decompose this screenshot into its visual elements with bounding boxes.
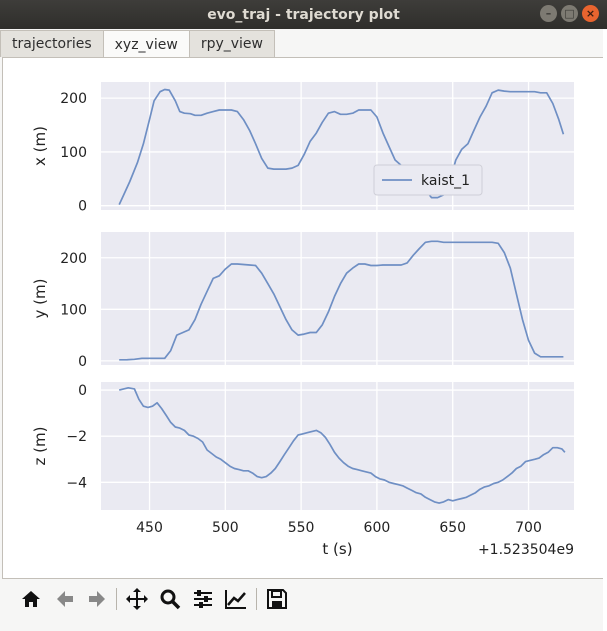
- axes-background: [101, 382, 574, 510]
- zoom-icon[interactable]: [155, 584, 185, 614]
- figure-svg: 0 100 200 x (m) kaist_1 0 100 200 y (m) 0 −2 −4 z (m…: [31, 82, 574, 558]
- y-tick-label: 100: [60, 302, 87, 318]
- y-tick-label: 0: [78, 383, 87, 399]
- tab-trajectories[interactable]: trajectories: [0, 30, 104, 57]
- close-icon[interactable]: ×: [582, 5, 599, 22]
- plot-panel: 0 100 200 x (m) kaist_1 0 100 200 y (m) 0 −2 −4 z (m…: [2, 57, 604, 579]
- y-tick-label: 200: [60, 91, 87, 107]
- toolbar-separator: [116, 588, 117, 610]
- edit-axis-icon[interactable]: [221, 584, 251, 614]
- y-tick-label: −4: [66, 475, 87, 491]
- x-tick-label: 600: [364, 520, 391, 536]
- tab-bar: trajectories xyz_view rpy_view: [0, 30, 275, 58]
- y-tick-label: 200: [60, 251, 87, 267]
- configure-subplots-icon[interactable]: [188, 584, 218, 614]
- tab-rpy-view[interactable]: rpy_view: [188, 30, 275, 57]
- x-tick-label: 500: [212, 520, 239, 536]
- tab-xyz-view[interactable]: xyz_view: [102, 30, 190, 58]
- x-tick-label: 650: [439, 520, 466, 536]
- window-controls: – □ ×: [540, 5, 599, 22]
- y-tick-label: −2: [66, 429, 87, 445]
- x-tick-label: 450: [136, 520, 163, 536]
- pan-icon[interactable]: [122, 584, 152, 614]
- y-tick-label: 100: [60, 145, 87, 161]
- x-tick-label: 700: [515, 520, 542, 536]
- x-axis-label: t (s): [322, 540, 352, 558]
- y-tick-label: 0: [78, 199, 87, 215]
- y-axis-label: x (m): [31, 126, 49, 166]
- x-tick-label: 550: [288, 520, 315, 536]
- minimize-icon[interactable]: –: [540, 5, 557, 22]
- y-axis-label: z (m): [31, 427, 49, 466]
- figure-canvas[interactable]: 0 100 200 x (m) kaist_1 0 100 200 y (m) 0 −2 −4 z (m…: [15, 68, 590, 576]
- window-titlebar: evo_traj - trajectory plot – □ ×: [0, 0, 607, 29]
- y-tick-label: 0: [78, 354, 87, 370]
- toolbar-separator: [256, 588, 257, 610]
- maximize-icon[interactable]: □: [561, 5, 578, 22]
- legend-label: kaist_1: [421, 173, 470, 189]
- window-edge: [603, 29, 607, 631]
- forward-arrow-icon[interactable]: [82, 584, 112, 614]
- x-offset-label: +1.523504e9: [478, 542, 574, 558]
- navigation-toolbar: [0, 580, 607, 620]
- home-icon[interactable]: [16, 584, 46, 614]
- axes-background: [101, 82, 574, 210]
- save-icon[interactable]: [262, 584, 292, 614]
- y-axis-label: y (m): [31, 279, 49, 319]
- back-arrow-icon[interactable]: [50, 584, 80, 614]
- window-title: evo_traj - trajectory plot: [207, 6, 400, 23]
